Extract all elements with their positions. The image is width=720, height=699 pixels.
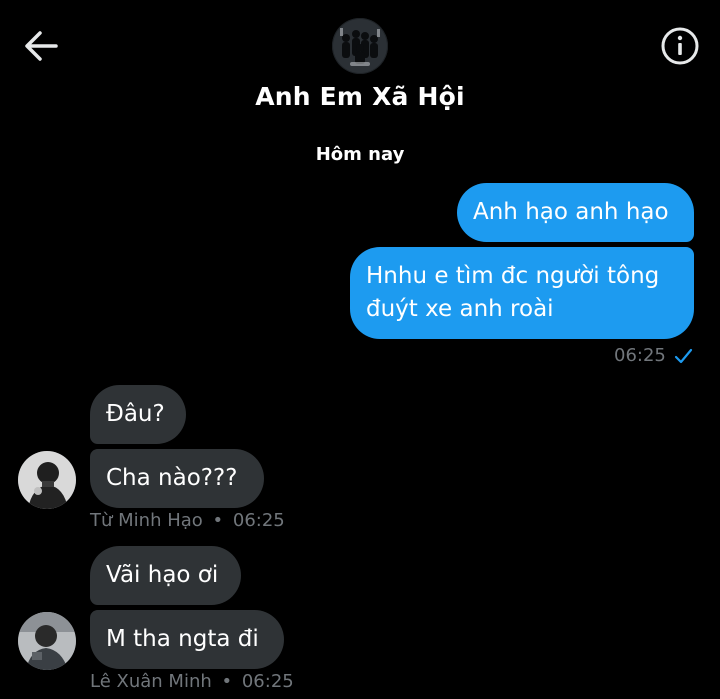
outgoing-message[interactable]: Anh hạo anh hạo [457,183,694,242]
sender-name: Lê Xuân Minh [90,671,212,692]
group-avatar[interactable] [332,18,388,74]
message-text: Anh hạo anh hạo [473,199,669,225]
message-text: Đâu? [106,401,165,427]
avatar[interactable] [18,612,76,670]
incoming-message[interactable]: Cha nào??? [90,449,264,508]
incoming-message[interactable]: Vãi hạo ơi [90,546,241,605]
avatar[interactable] [18,451,76,509]
sender-name: Từ Minh Hạo [90,510,203,531]
date-separator: Hôm nay [315,144,405,165]
conversation-title: Anh Em Xã Hội [255,82,465,111]
message-text: Vãi hạo ơi [106,562,219,588]
arrow-left-icon [25,31,58,61]
check-icon [674,348,692,363]
outgoing-meta: 06:25 [614,345,694,366]
info-button[interactable] [660,26,700,66]
user-photo-icon [18,612,76,670]
group-photo-icon [332,18,388,74]
message-time: 06:25 [232,510,285,531]
info-circle-icon [661,27,699,65]
incoming-message[interactable]: Đâu? [90,385,186,444]
message-text-line: đuýt xe anh roài [366,296,554,322]
incoming-meta: Lê Xuân Minh • 06:25 [90,671,294,692]
message-text-line: Hnhu e tìm đc người tông [366,263,660,289]
message-text: M tha ngta đi [106,626,259,652]
back-button[interactable] [22,28,60,64]
message-time: 06:25 [614,345,666,366]
meta-separator: • [212,510,224,531]
meta-separator: • [221,671,233,692]
incoming-meta: Từ Minh Hạo • 06:25 [90,510,285,531]
outgoing-message[interactable]: Hnhu e tìm đc người tông đuýt xe anh roà… [350,247,694,339]
incoming-message[interactable]: M tha ngta đi [90,610,284,669]
message-text: Cha nào??? [106,465,238,491]
user-photo-icon [18,451,76,509]
message-time: 06:25 [241,671,294,692]
